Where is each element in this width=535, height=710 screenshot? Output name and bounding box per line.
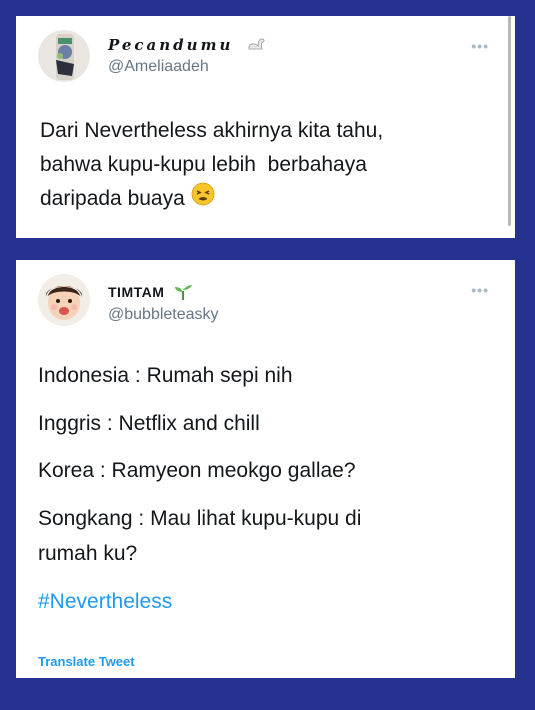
tweet-text-line: Indonesia : Rumah sepi nih bbox=[38, 364, 293, 387]
tweet-text-line: rumah ku? bbox=[38, 542, 138, 565]
tweet-text-line-last: daripada buaya bbox=[40, 182, 500, 217]
translate-tweet-link[interactable]: Translate Tweet bbox=[38, 654, 135, 669]
hashtag-link[interactable]: #Nevertheless bbox=[38, 590, 172, 614]
more-options-button[interactable]: ••• bbox=[471, 282, 489, 298]
user-handle[interactable]: @Ameliaadeh bbox=[108, 58, 209, 76]
scrollbar[interactable] bbox=[508, 16, 511, 226]
tweet-text-line: Inggris : Netflix and chill bbox=[38, 412, 260, 435]
tweet-text-line: daripada buaya bbox=[40, 187, 185, 211]
display-name-text: Pecandumu bbox=[108, 36, 234, 54]
display-name[interactable]: TIMTAM bbox=[108, 284, 193, 303]
tweet-card-2: TIMTAM @bubbleteasky ••• Indonesia : Rum… bbox=[16, 260, 515, 678]
avatar[interactable] bbox=[38, 274, 90, 326]
more-options-button[interactable]: ••• bbox=[471, 38, 489, 54]
tweet-text-line: Korea : Ramyeon meokgo gallae? bbox=[38, 459, 356, 482]
tweet-card-1: Pecandumu @Ameliaadeh ••• Dari Neverthel… bbox=[16, 16, 515, 238]
swan-icon bbox=[246, 37, 266, 55]
display-name-text: TIMTAM bbox=[108, 284, 165, 301]
display-name[interactable]: Pecandumu bbox=[108, 36, 266, 55]
tweet-text-line: Dari Nevertheless akhirnya kita tahu, bbox=[40, 119, 384, 142]
user-handle[interactable]: @bubbleteasky bbox=[108, 306, 219, 324]
tweet-text: Dari Nevertheless akhirnya kita tahu, ba… bbox=[40, 114, 500, 217]
tweet-text-line: bahwa kupu-kupu lebih berbahaya bbox=[40, 153, 367, 176]
tweet-text-line: Songkang : Mau lihat kupu-kupu di bbox=[38, 507, 362, 530]
avatar[interactable] bbox=[38, 30, 90, 82]
tired-face-emoji-icon bbox=[191, 182, 215, 217]
seedling-icon bbox=[173, 284, 193, 303]
